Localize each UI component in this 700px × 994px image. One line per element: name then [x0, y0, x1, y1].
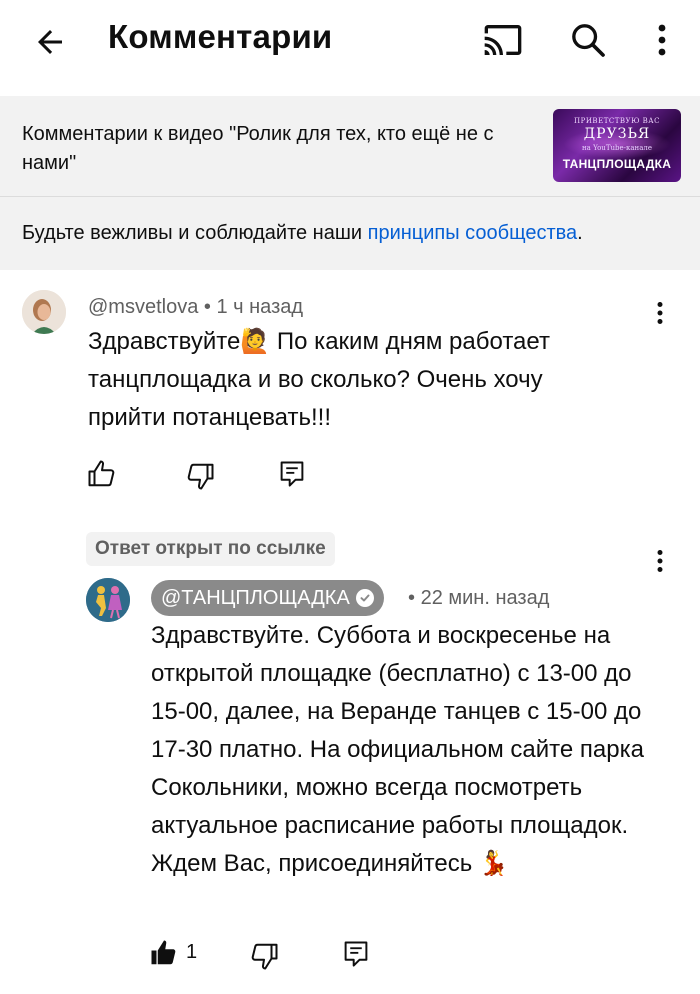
back-button[interactable]	[26, 18, 74, 66]
comment-text: Здравствуйте🙋 По каким дням работает тан…	[88, 328, 550, 431]
reply-like-button[interactable]	[148, 936, 180, 970]
guidelines-link[interactable]: принципы сообщества	[368, 222, 578, 244]
dancers-avatar-icon	[86, 578, 130, 622]
reply-reply-button[interactable]	[338, 936, 374, 972]
verified-check-icon	[355, 589, 374, 607]
channel-avatar[interactable]	[86, 578, 130, 622]
reply-text: Здравствуйте. Суббота и воскресенье на о…	[151, 622, 644, 877]
comment-author[interactable]: @msvetlova	[88, 296, 198, 318]
reply-comment-icon	[280, 461, 304, 487]
thumbnail-line2: ДРУЗЬЯ	[583, 126, 651, 142]
search-button[interactable]	[564, 16, 612, 64]
avatar-portrait-icon	[22, 290, 66, 334]
commenter-avatar[interactable]	[22, 290, 66, 334]
comment-time: 1 ч назад	[216, 296, 304, 318]
thumb-up-filled-icon	[151, 940, 176, 965]
reply-dislike-button[interactable]	[246, 938, 282, 974]
more-vertical-icon	[657, 302, 663, 324]
guidelines-prefix: Будьте вежливы и соблюдайте наши	[22, 222, 368, 244]
video-context-text: Комментарии к видео "Ролик для тех, кто …	[22, 123, 494, 174]
thumb-down-icon	[187, 463, 214, 490]
comment-more-button[interactable]	[644, 296, 676, 330]
thumbnail-line3: на YouTube-канале	[582, 144, 652, 152]
cast-icon	[484, 25, 522, 55]
comment-reply-button[interactable]	[274, 456, 310, 492]
thumbnail-line1: ПРИВЕТСТВУЮ ВАС	[574, 117, 660, 125]
video-thumbnail[interactable]: ПРИВЕТСТВУЮ ВАС ДРУЗЬЯ на YouTube-канале…	[553, 109, 681, 182]
linked-reply-chip: Ответ открыт по ссылке	[86, 532, 335, 566]
community-guidelines-text: Будьте вежливы и соблюдайте наши принцип…	[22, 222, 583, 245]
thumb-down-icon	[251, 943, 278, 970]
panel-divider	[0, 196, 700, 197]
meta-separator: •	[203, 296, 211, 318]
thumbnail-line4: ТАНЦПЛОЩАДКА	[562, 157, 672, 171]
more-vertical-icon	[657, 550, 663, 572]
page-title: Комментарии	[108, 18, 333, 55]
thumb-up-icon	[88, 460, 115, 487]
reply-like-count: 1	[186, 941, 198, 963]
channel-author-chip[interactable]: @ТАНЦПЛОЩАДКА	[151, 580, 384, 616]
comment-dislike-button[interactable]	[182, 458, 218, 494]
cast-button[interactable]	[478, 17, 528, 63]
reply-author: @ТАНЦПЛОЩАДКА	[161, 587, 350, 609]
comment-like-button[interactable]	[84, 456, 120, 492]
meta-separator: •	[408, 587, 416, 609]
reply-time: 22 мин. назад	[420, 587, 550, 609]
reply-meta: • 22 мин. назад	[408, 587, 549, 610]
guidelines-suffix: .	[577, 222, 583, 244]
more-options-button[interactable]	[642, 16, 682, 64]
reply-more-button[interactable]	[644, 544, 676, 578]
arrow-left-icon	[38, 30, 62, 54]
reply-comment-icon	[344, 941, 368, 967]
more-vertical-icon	[658, 24, 666, 56]
top-app-bar: Комментарии	[0, 0, 700, 92]
comment-meta: @msvetlova • 1 ч назад	[88, 296, 303, 319]
search-icon	[572, 24, 605, 57]
